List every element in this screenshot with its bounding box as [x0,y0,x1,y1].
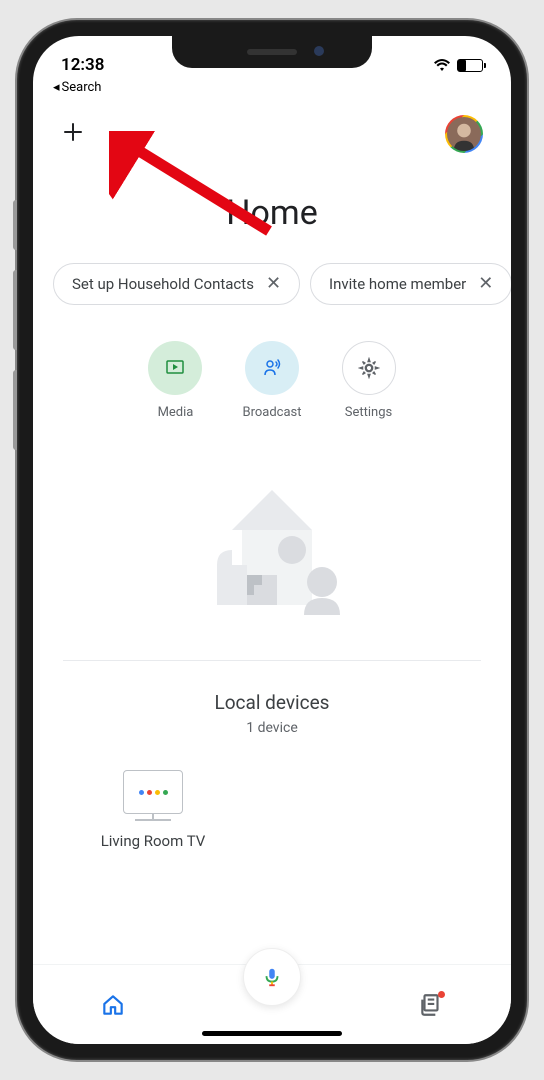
local-devices-title: Local devices [33,691,511,714]
gear-icon [342,341,396,395]
top-row [33,95,511,163]
plus-icon [61,120,85,144]
close-icon[interactable]: ✕ [266,275,281,293]
status-time: 12:38 [61,55,104,75]
broadcast-button[interactable]: Broadcast [242,341,301,420]
broadcast-icon [245,341,299,395]
back-label: Search [62,80,102,95]
back-chevron-icon: ◂ [53,80,60,95]
media-label: Media [158,405,194,420]
settings-label: Settings [345,405,392,420]
broadcast-label: Broadcast [242,405,301,420]
suggestion-chips: Set up Household Contacts ✕ Invite home … [33,263,511,331]
screen: 12:38 ◂ Search Home [33,36,511,1044]
microphone-icon [261,966,283,988]
chip-label: Invite home member [329,275,466,293]
battery-icon [457,59,483,72]
empty-home-illustration [33,460,511,660]
back-to-search[interactable]: ◂ Search [33,80,511,95]
local-devices-section: Local devices 1 device [33,661,511,746]
close-icon[interactable]: ✕ [478,275,493,293]
chip-household-contacts[interactable]: Set up Household Contacts ✕ [53,263,300,305]
wifi-icon [433,58,451,72]
device-living-room-tv[interactable]: Living Room TV [63,746,243,874]
quick-actions: Media Broadcast Settings [33,331,511,460]
profile-avatar[interactable] [445,115,483,153]
media-icon [148,341,202,395]
phone-notch [172,36,372,68]
settings-button[interactable]: Settings [342,341,396,420]
nav-feed[interactable] [411,985,451,1025]
home-icon [100,992,126,1018]
tv-icon [123,770,183,814]
chip-invite-member[interactable]: Invite home member ✕ [310,263,511,305]
page-title: Home [33,163,511,263]
voice-assistant-button[interactable] [243,948,301,1006]
notification-dot [438,991,445,998]
phone-frame: 12:38 ◂ Search Home [17,20,527,1060]
nav-home[interactable] [93,985,133,1025]
local-devices-count: 1 device [33,720,511,736]
device-label: Living Room TV [101,832,206,850]
status-right [433,58,483,72]
home-indicator[interactable] [202,1031,342,1036]
chip-label: Set up Household Contacts [72,275,254,293]
media-button[interactable]: Media [148,341,202,420]
add-button[interactable] [61,120,85,149]
